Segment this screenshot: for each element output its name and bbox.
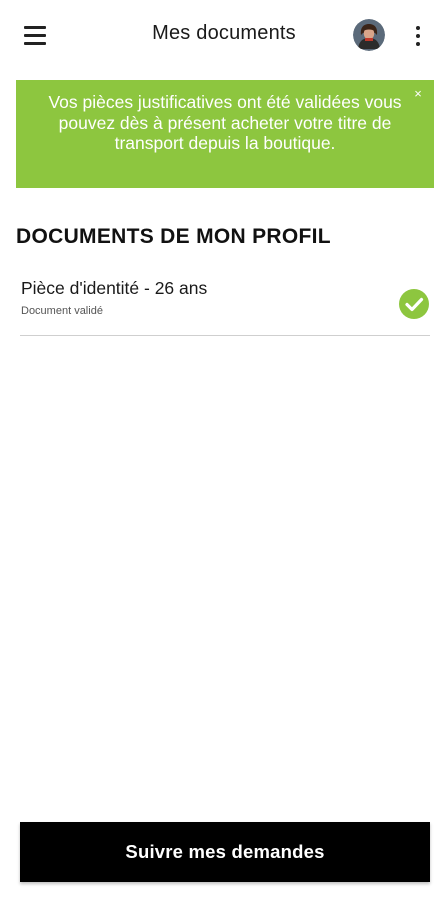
document-status: Document validé	[21, 305, 103, 317]
validation-banner: Vos pièces justificatives ont été validé…	[16, 80, 434, 188]
banner-message: Vos pièces justificatives ont été validé…	[48, 92, 402, 153]
document-name: Pièce d'identité - 26 ans	[21, 278, 208, 298]
user-avatar[interactable]	[353, 19, 385, 51]
more-vertical-icon[interactable]	[405, 22, 431, 50]
section-title: DOCUMENTS DE MON PROFIL	[16, 225, 331, 248]
avatar-image	[353, 19, 385, 51]
app-bar: Mes documents	[0, 0, 448, 72]
document-list-item[interactable]: Pièce d'identité - 26 ans Document valid…	[20, 268, 430, 336]
follow-requests-button[interactable]: Suivre mes demandes	[20, 822, 430, 882]
check-circle-icon	[399, 289, 429, 319]
close-icon[interactable]: ×	[410, 86, 426, 102]
